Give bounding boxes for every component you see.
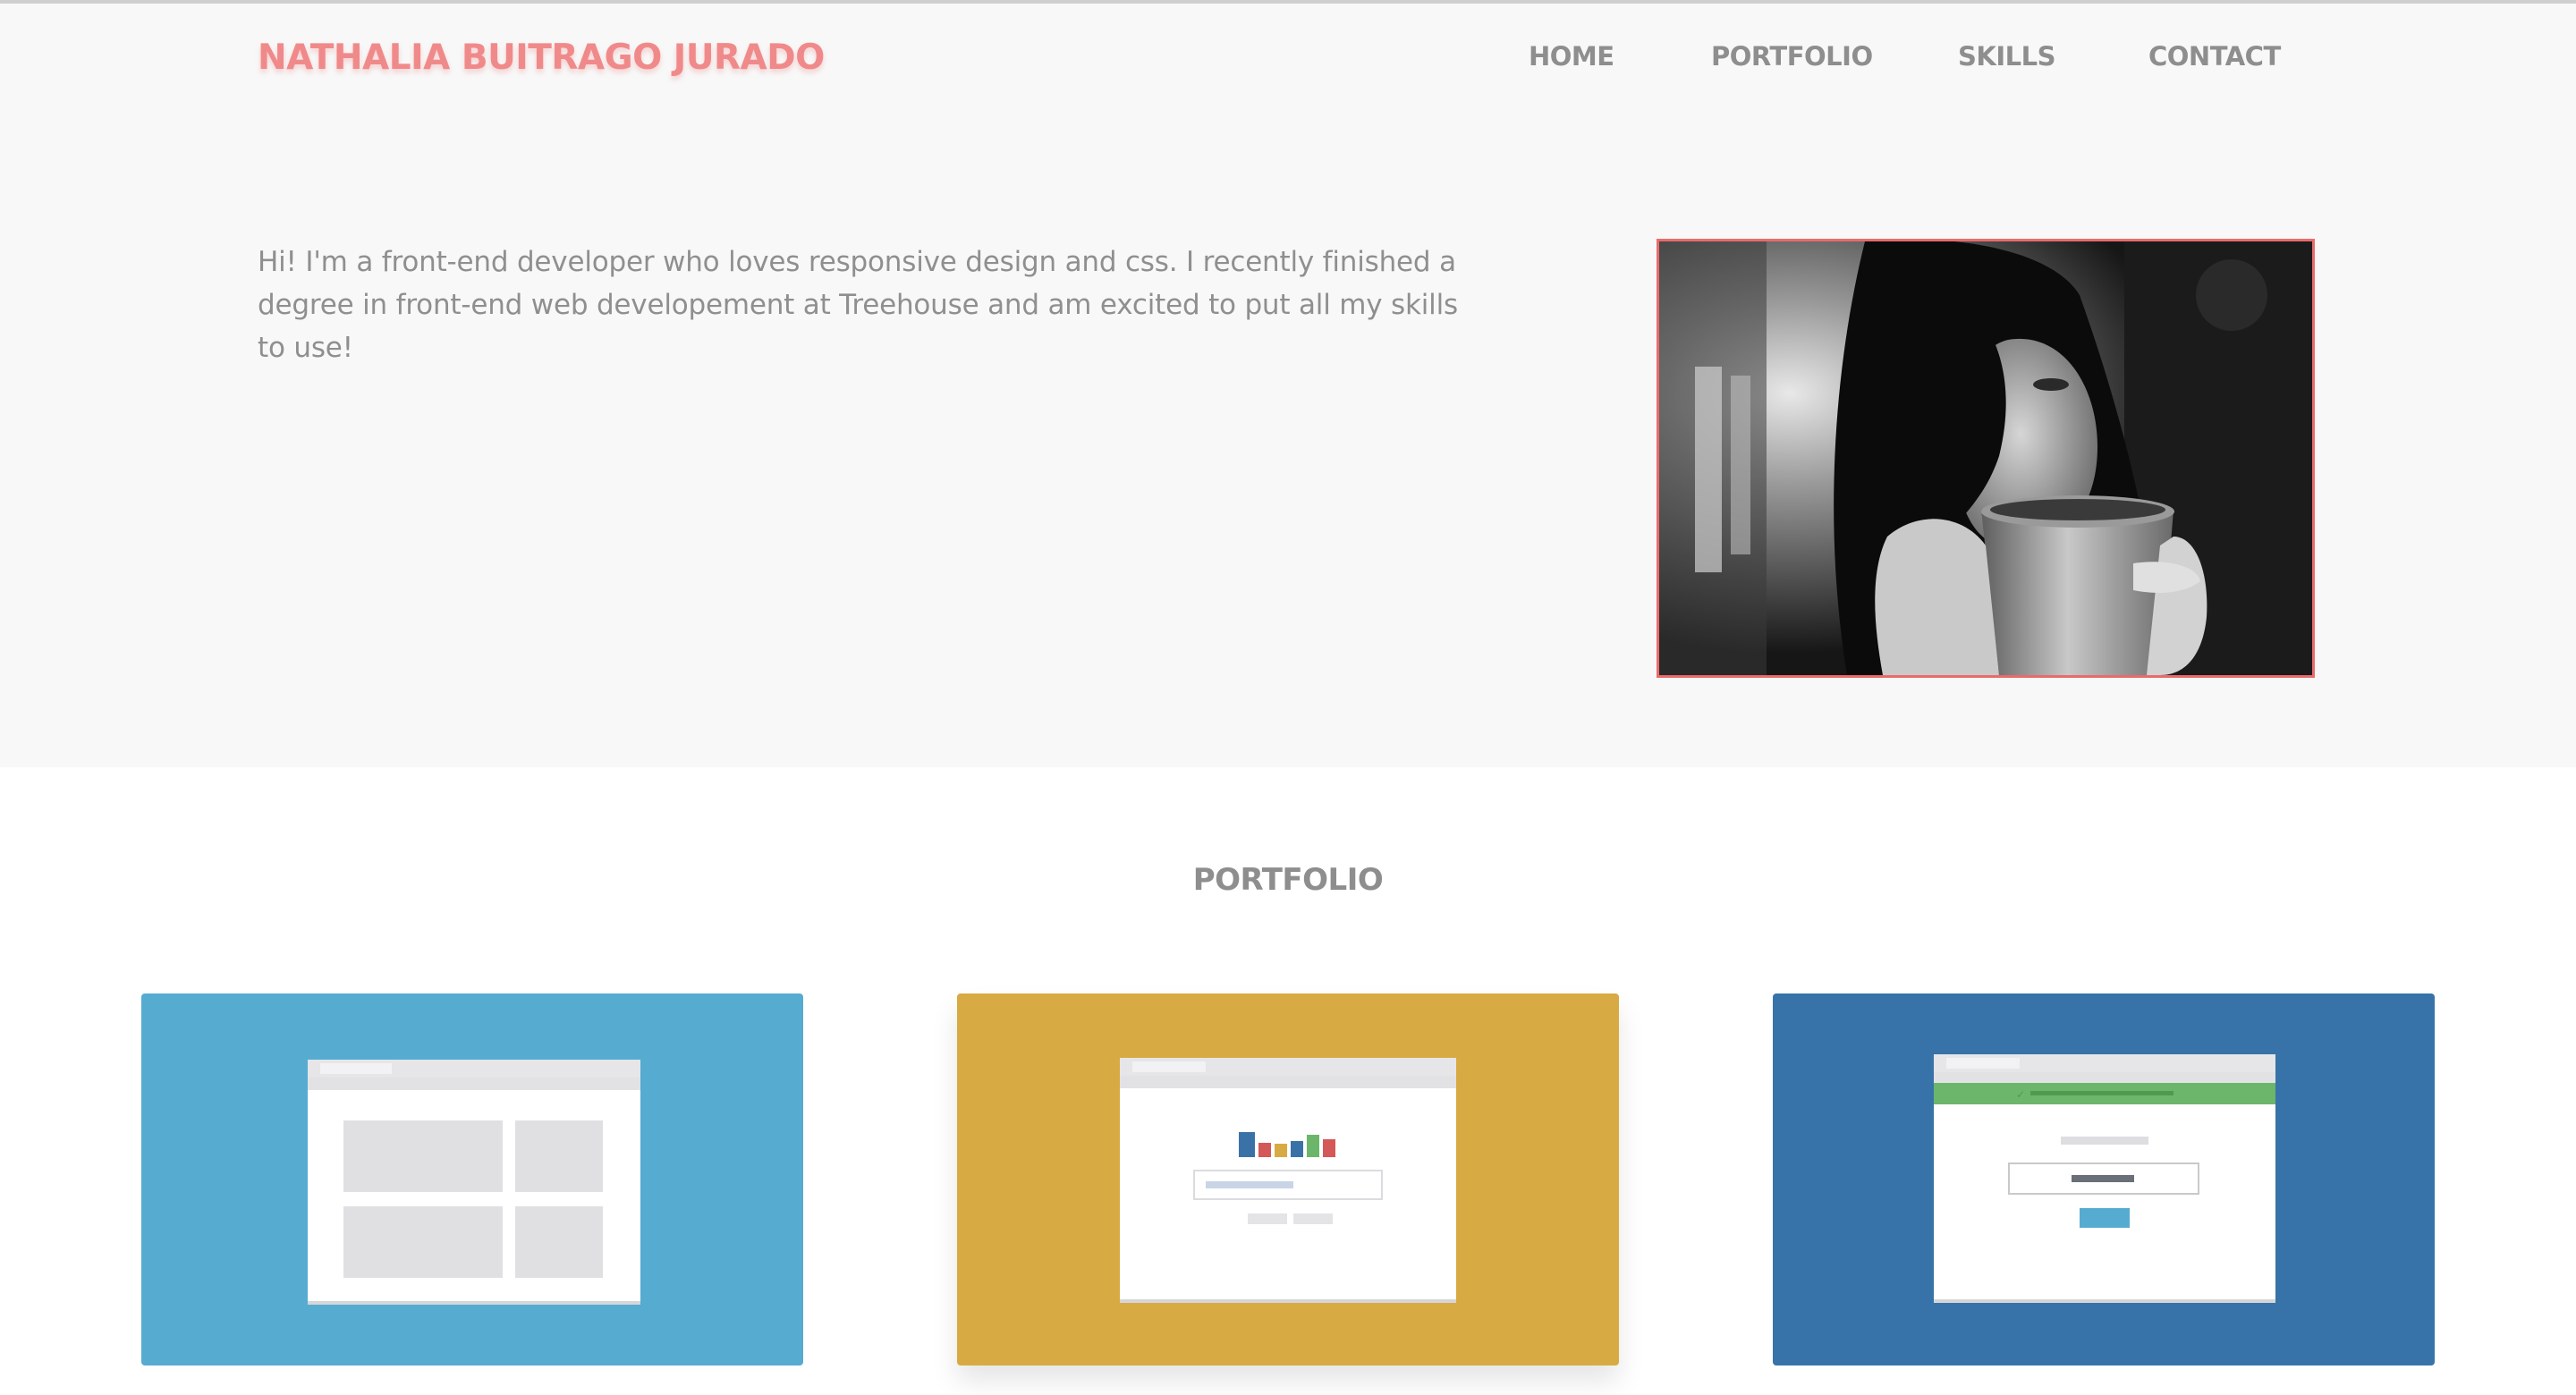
- portrait-photo-icon: [1659, 241, 2312, 675]
- hero-section: NATHALIA BUITRAGO JURADO HOME PORTFOLIO …: [0, 4, 2576, 767]
- profile-photo: [1657, 239, 2315, 678]
- bar-chart-wireframe-icon: [957, 993, 1619, 1365]
- portfolio-title: PORTFOLIO: [1192, 862, 1384, 898]
- nav-skills[interactable]: SKILLS: [1958, 41, 2056, 72]
- intro-text: Hi! I'm a front-end developer who loves …: [258, 246, 1458, 364]
- nav-portfolio[interactable]: PORTFOLIO: [1711, 41, 1873, 72]
- portfolio-card-2[interactable]: [957, 993, 1619, 1365]
- svg-text:✓: ✓: [2016, 1088, 2025, 1101]
- layout-grid-wireframe-icon: [141, 993, 803, 1365]
- login-form-wireframe-icon: ✓: [1773, 993, 2435, 1365]
- portfolio-card-3[interactable]: ✓: [1773, 993, 2435, 1365]
- portfolio-card-1[interactable]: [141, 993, 803, 1365]
- site-brand[interactable]: NATHALIA BUITRAGO JURADO: [258, 38, 825, 78]
- nav-home[interactable]: HOME: [1529, 41, 1614, 72]
- nav-contact[interactable]: CONTACT: [2148, 41, 2281, 72]
